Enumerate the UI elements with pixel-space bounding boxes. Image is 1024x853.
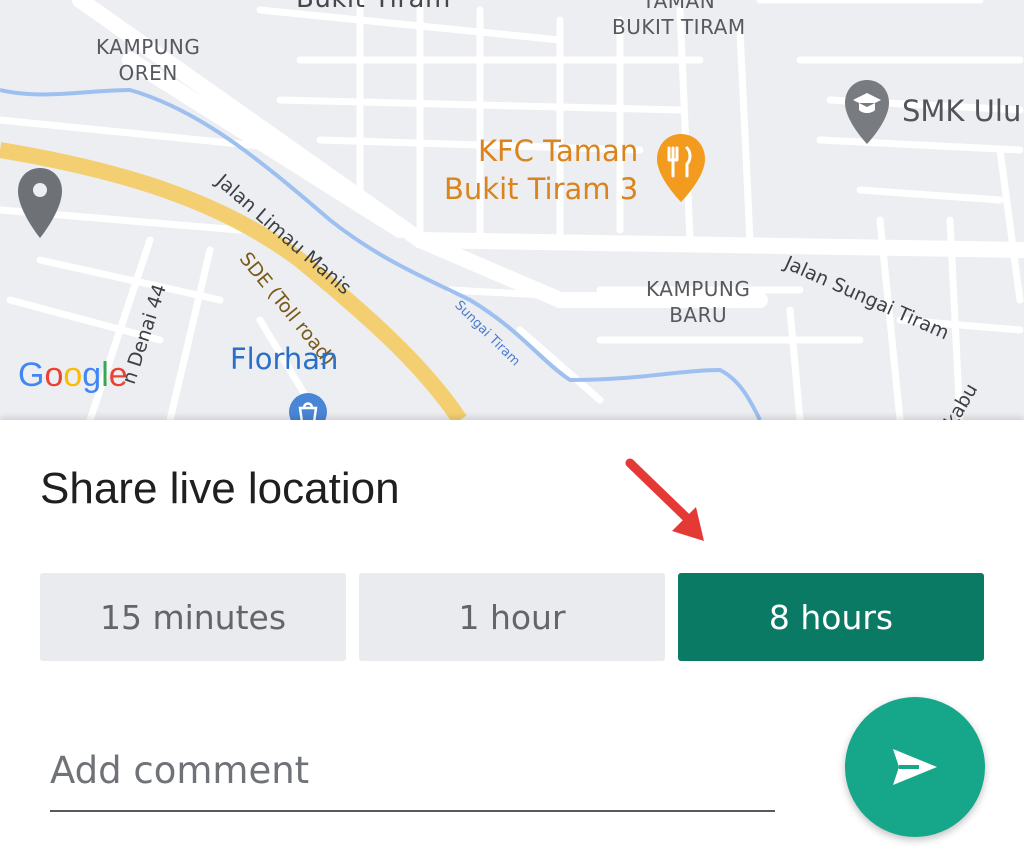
share-location-sheet: Share live location 15 minutes 1 hour 8 … bbox=[0, 420, 1024, 853]
label-smk: SMK Ulu bbox=[902, 94, 1022, 128]
send-button[interactable] bbox=[845, 697, 985, 837]
school-pin-icon[interactable] bbox=[843, 78, 891, 148]
shopping-bag-icon[interactable] bbox=[288, 392, 328, 420]
send-arrow-icon bbox=[893, 749, 937, 785]
label-florhan: Florhan bbox=[230, 342, 339, 376]
comment-input[interactable] bbox=[50, 730, 775, 812]
sheet-title: Share live location bbox=[40, 464, 400, 513]
duration-8-hours-button[interactable]: 8 hours bbox=[678, 573, 984, 661]
red-pointer-arrow-icon bbox=[625, 458, 704, 541]
google-logo: Google bbox=[18, 356, 128, 394]
label-kampung-oren: KAMPUNG OREN bbox=[96, 35, 201, 85]
label-kampung-baru: KAMPUNG BARU bbox=[646, 277, 751, 327]
label-kfc[interactable]: KFC Taman Bukit Tiram 3 bbox=[444, 132, 638, 208]
location-pin-icon[interactable] bbox=[16, 166, 64, 240]
restaurant-pin-icon[interactable] bbox=[655, 132, 707, 204]
duration-15-minutes-button[interactable]: 15 minutes bbox=[40, 573, 346, 661]
label-taman-bukit-tiram: TAMAN BUKIT TIRAM bbox=[612, 0, 746, 39]
label-bukit-tiram: Bukit Tiram bbox=[296, 0, 451, 12]
duration-1-hour-button[interactable]: 1 hour bbox=[359, 573, 665, 661]
map-view[interactable]: KAMPUNG OREN TAMAN BUKIT TIRAM Bukit Tir… bbox=[0, 0, 1024, 420]
